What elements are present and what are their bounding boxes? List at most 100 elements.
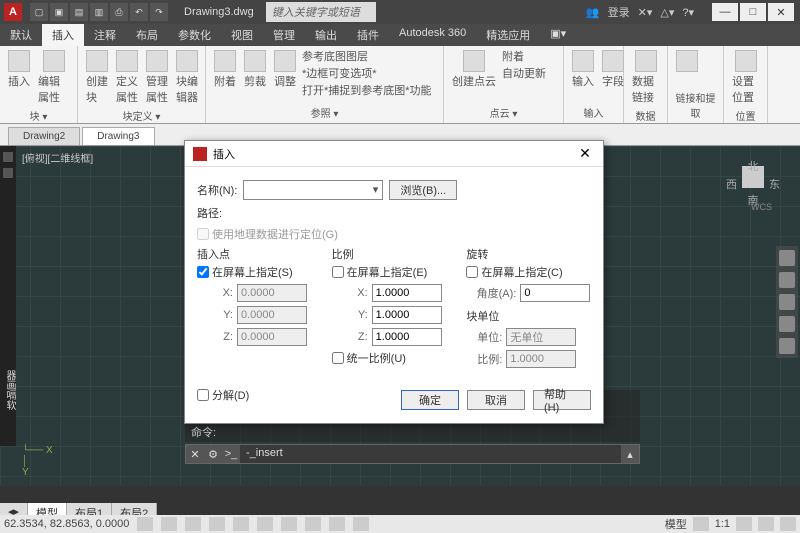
datalink-button[interactable]: 数据链接 [630,48,661,107]
tab-parametric[interactable]: 参数化 [168,24,221,46]
ok-button[interactable]: 确定 [401,390,459,410]
adjust-button[interactable]: 调整 [272,48,298,91]
status-icon[interactable] [209,517,225,531]
qat-undo-icon[interactable]: ↶ [130,3,148,21]
ref-frame-item[interactable]: *边框可变选项* [302,65,432,81]
qat-print-icon[interactable]: ⎙ [110,3,128,21]
tab-view[interactable]: 视图 [221,24,263,46]
nav-wheel-icon[interactable] [779,250,795,266]
nav-pan-icon[interactable] [779,272,795,288]
edit-attrib-button[interactable]: 编辑属性 [36,48,71,107]
signin-label[interactable]: 登录 [608,4,630,20]
set-location-button[interactable]: 设置位置 [730,48,761,107]
qat-new-icon[interactable]: ▢ [30,3,48,21]
panel-data-label[interactable]: 数据 [630,107,661,124]
nav-orbit-icon[interactable] [779,316,795,332]
status-icon[interactable] [693,517,709,531]
status-icon[interactable] [353,517,369,531]
status-icon[interactable] [736,517,752,531]
status-icon[interactable] [281,517,297,531]
help-icon[interactable]: ?▾ [682,6,694,19]
uniform-scale-checkbox[interactable] [332,352,344,364]
status-scale[interactable]: 1:1 [715,518,730,530]
insert-block-button[interactable]: 插入 [6,48,32,91]
pc-attach[interactable]: 附着 [502,48,546,64]
status-icon[interactable] [233,517,249,531]
pc-autoupdate[interactable]: 自动更新 [502,65,546,81]
rotate-onscreen-checkbox[interactable] [466,266,478,278]
tab-featured[interactable]: 精选应用 [476,24,540,46]
cmd-config-icon[interactable]: ⚙ [204,445,222,463]
status-icon[interactable] [257,517,273,531]
doc-tab-2[interactable]: Drawing3 [82,127,154,145]
field-button[interactable]: 字段 [600,48,626,91]
import-button[interactable]: 输入 [570,48,596,91]
dialog-close-button[interactable]: ✕ [575,144,595,164]
status-icon[interactable] [758,517,774,531]
create-block-button[interactable]: 创建块 [84,48,110,107]
tab-manage[interactable]: 管理 [263,24,305,46]
viewport-label[interactable]: [俯视][二维线框] [22,150,93,165]
help-search-input[interactable]: 键入关键字或短语 [266,2,376,22]
create-pointcloud-button[interactable]: 创建点云 [450,48,498,91]
status-icon[interactable] [780,517,796,531]
side-icon[interactable] [3,152,13,162]
tab-annotate[interactable]: 注释 [84,24,126,46]
insert-onscreen-checkbox[interactable] [197,266,209,278]
command-line[interactable]: ✕ ⚙ >_ -_insert ▴ [185,444,640,464]
panel-blockdef-label[interactable]: 块定义 ▾ [84,107,199,124]
block-editor-button[interactable]: 块编辑器 [174,48,200,107]
cancel-button[interactable]: 取消 [467,390,525,410]
exchange-icon[interactable]: ✕▾ [638,6,653,19]
scale-y-input[interactable] [372,306,442,324]
panel-block-label[interactable]: 块 ▾ [6,107,71,124]
status-icon[interactable] [329,517,345,531]
signin-icon[interactable]: 👥 [586,6,600,19]
tab-extra-icon[interactable]: ▣▾ [540,24,576,46]
cloud-icon[interactable]: △▾ [660,6,674,19]
minimize-button[interactable]: — [712,3,738,21]
status-icon[interactable] [305,517,321,531]
panel-location-label[interactable]: 位置 [730,107,761,124]
tab-a360[interactable]: Autodesk 360 [389,24,476,46]
maximize-button[interactable]: □ [740,3,766,21]
viewcube[interactable]: 北 西 东 南 [726,158,780,222]
qat-saveas-icon[interactable]: ▥ [90,3,108,21]
block-name-combo[interactable] [243,180,383,200]
tab-output[interactable]: 输出 [305,24,347,46]
ref-layer-item[interactable]: 参考底图图层 [302,48,432,64]
help-button[interactable]: 帮助(H) [533,390,591,410]
nav-showmotion-icon[interactable] [779,338,795,354]
scale-x-input[interactable] [372,284,442,302]
cmd-expand-icon[interactable]: ▴ [621,445,639,463]
panel-linkextract-label[interactable]: 链接和提取 [674,89,717,121]
manage-attrib-button[interactable]: 管理属性 [144,48,170,107]
tab-plugins[interactable]: 插件 [347,24,389,46]
define-attrib-button[interactable]: 定义属性 [114,48,140,107]
angle-input[interactable] [520,284,590,302]
attach-button[interactable]: 附着 [212,48,238,91]
scale-onscreen-checkbox[interactable] [332,266,344,278]
panel-pointcloud-label[interactable]: 点云 ▾ [450,104,557,121]
nav-zoom-icon[interactable] [779,294,795,310]
side-icon[interactable] [3,168,13,178]
status-model[interactable]: 模型 [665,516,687,532]
clip-button[interactable]: 剪裁 [242,48,268,91]
close-button[interactable]: ✕ [768,3,794,21]
qat-save-icon[interactable]: ▤ [70,3,88,21]
wcs-label[interactable]: WCS [751,202,772,212]
status-icon[interactable] [137,517,153,531]
tab-default[interactable]: 默认 [0,24,42,46]
command-input[interactable]: -_insert [240,445,621,463]
browse-button[interactable]: 浏览(B)... [389,180,457,200]
doc-tab-1[interactable]: Drawing2 [8,127,80,145]
ref-snap-item[interactable]: 打开*捕捉到参考底图*功能 [302,82,432,98]
status-icon[interactable] [161,517,177,531]
cmd-close-icon[interactable]: ✕ [186,445,204,463]
scale-z-input[interactable] [372,328,442,346]
explode-checkbox[interactable] [197,389,209,401]
link-extract-button[interactable] [674,48,700,74]
app-logo-icon[interactable]: A [4,3,22,21]
status-icon[interactable] [185,517,201,531]
tab-layout[interactable]: 布局 [126,24,168,46]
